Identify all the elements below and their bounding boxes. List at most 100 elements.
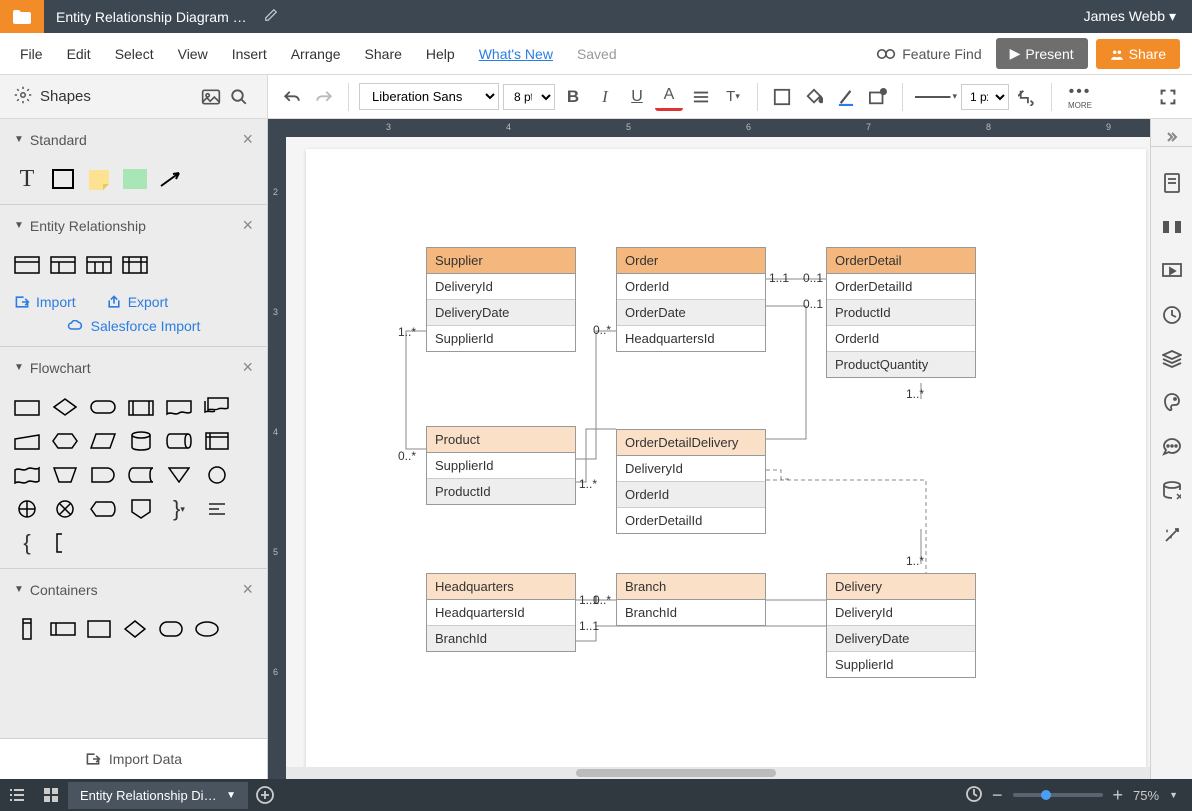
text-options-button[interactable]: T▾ (719, 83, 747, 111)
chat-icon[interactable] (1160, 435, 1184, 459)
fullscreen-button[interactable] (1154, 83, 1182, 111)
outline-view-icon[interactable] (0, 779, 34, 811)
fc-direct-data[interactable] (166, 430, 192, 452)
share-button[interactable]: Share (1096, 39, 1180, 69)
db-icon[interactable] (1160, 479, 1184, 503)
underline-button[interactable]: U (623, 83, 651, 111)
shape-er-2[interactable] (50, 254, 76, 276)
edit-title-icon[interactable] (264, 8, 278, 25)
fc-process[interactable] (14, 396, 40, 418)
fc-data[interactable] (90, 430, 116, 452)
fc-stored-data[interactable] (128, 464, 154, 486)
menu-select[interactable]: Select (103, 40, 166, 68)
close-icon[interactable]: × (242, 129, 253, 150)
menu-edit[interactable]: Edit (55, 40, 103, 68)
paint-icon[interactable] (1160, 391, 1184, 415)
fc-internal-storage[interactable] (204, 430, 230, 452)
fc-decision[interactable] (52, 396, 78, 418)
doc-info-icon[interactable] (1160, 171, 1184, 195)
import-data-button[interactable]: Import Data (0, 738, 267, 779)
horizontal-scrollbar[interactable] (286, 767, 1150, 779)
magic-icon[interactable] (1160, 523, 1184, 547)
cont-6[interactable] (194, 618, 220, 640)
document-title[interactable]: Entity Relationship Diagram Exa... (44, 9, 264, 25)
add-page-button[interactable] (248, 779, 282, 811)
diagram-page[interactable]: Supplier DeliveryId DeliveryDate Supplie… (306, 149, 1146, 779)
line-width-select[interactable]: 1 px (961, 84, 1009, 110)
close-icon[interactable]: × (242, 579, 253, 600)
shape-er-4[interactable] (122, 254, 148, 276)
sync-icon[interactable] (966, 786, 982, 805)
zoom-out-button[interactable]: − (992, 785, 1003, 806)
present-button[interactable]: ▶ Present (996, 38, 1088, 69)
fc-terminator[interactable] (90, 396, 116, 418)
cont-1[interactable] (14, 618, 40, 640)
zoom-level[interactable]: 75% (1133, 788, 1159, 803)
section-entity-relationship[interactable]: ▼ Entity Relationship × (0, 205, 267, 246)
fc-display[interactable] (90, 498, 116, 520)
shape-rect[interactable] (50, 168, 76, 190)
cont-4[interactable] (122, 618, 148, 640)
fc-preparation[interactable] (52, 430, 78, 452)
font-family-select[interactable]: Liberation Sans (359, 83, 499, 110)
close-icon[interactable]: × (242, 357, 253, 378)
more-button[interactable]: •••MORE (1062, 83, 1098, 111)
entity-branch[interactable]: Branch BranchId (616, 573, 766, 626)
fc-off-page[interactable] (128, 498, 154, 520)
text-color-button[interactable]: A (655, 83, 683, 111)
feature-find[interactable]: Feature Find (866, 46, 991, 62)
shape-arrow[interactable] (158, 168, 184, 190)
shape-style-button[interactable] (864, 83, 892, 111)
entity-delivery[interactable]: Delivery DeliveryId DeliveryDate Supplie… (826, 573, 976, 678)
section-standard[interactable]: ▼ Standard × (0, 119, 267, 160)
salesforce-import-link[interactable]: Salesforce Import (0, 318, 267, 334)
layers-icon[interactable] (1160, 347, 1184, 371)
page-tab[interactable]: Entity Relationship Dia... ▼ (68, 782, 248, 809)
grid-view-icon[interactable] (34, 779, 68, 811)
fc-manual-op[interactable] (52, 464, 78, 486)
italic-button[interactable]: I (591, 83, 619, 111)
menu-file[interactable]: File (8, 40, 55, 68)
fc-manual-input[interactable] (14, 430, 40, 452)
canvas[interactable]: Supplier DeliveryId DeliveryDate Supplie… (286, 137, 1150, 779)
shape-er-3[interactable] (86, 254, 112, 276)
line-route-button[interactable] (1013, 83, 1041, 111)
menu-whats-new[interactable]: What's New (467, 40, 565, 68)
collapse-right-icon[interactable] (1151, 127, 1192, 147)
fc-annotation[interactable] (52, 532, 78, 554)
present-icon[interactable] (1160, 259, 1184, 283)
menu-view[interactable]: View (166, 40, 220, 68)
font-size-select[interactable]: 8 pt (503, 84, 555, 110)
folder-icon[interactable] (0, 0, 44, 33)
entity-headquarters[interactable]: Headquarters HeadquartersId BranchId (426, 573, 576, 652)
fc-brace-l[interactable]: { (14, 532, 40, 554)
fc-predefined[interactable] (128, 396, 154, 418)
fc-paper-tape[interactable] (14, 464, 40, 486)
fc-database[interactable] (128, 430, 154, 452)
cont-5[interactable] (158, 618, 184, 640)
fc-document[interactable] (166, 396, 192, 418)
zoom-slider[interactable] (1013, 793, 1103, 797)
export-link[interactable]: Export (106, 294, 168, 310)
cont-2[interactable] (50, 618, 76, 640)
border-color-button[interactable] (832, 83, 860, 111)
cont-3[interactable] (86, 618, 112, 640)
import-link[interactable]: Import (14, 294, 76, 310)
entity-order[interactable]: Order OrderId OrderDate HeadquartersId (616, 247, 766, 352)
chevron-down-icon[interactable]: ▼ (1169, 790, 1178, 800)
section-flowchart[interactable]: ▼ Flowchart × (0, 347, 267, 388)
entity-product[interactable]: Product SupplierId ProductId (426, 426, 576, 505)
menu-arrange[interactable]: Arrange (279, 40, 353, 68)
image-icon[interactable] (197, 83, 225, 111)
close-icon[interactable]: × (242, 215, 253, 236)
zoom-in-button[interactable]: + (1113, 785, 1124, 806)
shape-block[interactable] (122, 168, 148, 190)
menu-help[interactable]: Help (414, 40, 467, 68)
fc-brace-r[interactable]: }▾ (166, 498, 192, 520)
history-icon[interactable] (1160, 303, 1184, 327)
align-button[interactable] (687, 83, 715, 111)
search-icon[interactable] (225, 83, 253, 111)
gear-icon[interactable] (14, 86, 32, 107)
entity-orderdetaildelivery[interactable]: OrderDetailDelivery DeliveryId OrderId O… (616, 429, 766, 534)
section-containers[interactable]: ▼ Containers × (0, 569, 267, 610)
